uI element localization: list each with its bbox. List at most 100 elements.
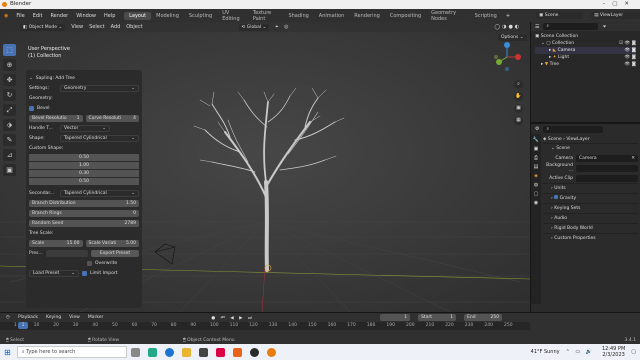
- mode-selector[interactable]: ◧ Object Mode ⌄: [20, 23, 66, 31]
- menu-render[interactable]: Render: [46, 13, 72, 19]
- move-tool-icon[interactable]: ✥: [3, 74, 16, 86]
- gravity-section[interactable]: › Gravity: [543, 193, 638, 203]
- custom-shape-field[interactable]: 0.50: [29, 178, 139, 185]
- panel-header[interactable]: ⌄ Sapling: Add Tree: [29, 73, 139, 83]
- outliner-item-scene-collection[interactable]: ▣ Scene Collection: [535, 33, 636, 40]
- proportional-edit-icon[interactable]: ◎: [284, 24, 288, 30]
- custom-shape-field[interactable]: 1.00: [29, 162, 139, 169]
- view-layer-tab-icon[interactable]: ▤: [534, 164, 539, 170]
- camera-view-icon[interactable]: ▣: [514, 104, 523, 113]
- viewlayer-selector[interactable]: ▤ ViewLayer: [591, 12, 640, 19]
- menu-help[interactable]: Help: [100, 13, 119, 19]
- secondary-dropdown[interactable]: Tapered Cylindrical ⌄: [60, 189, 139, 197]
- pan-icon[interactable]: ✋: [514, 92, 523, 101]
- scene-selector[interactable]: ▣ Scene: [536, 12, 584, 19]
- handle-dropdown[interactable]: Vector ⌄: [60, 124, 110, 132]
- chat-app-icon[interactable]: [147, 347, 157, 357]
- grid-view-icon[interactable]: ▦: [514, 116, 523, 125]
- viewport-menu-select[interactable]: Select: [89, 24, 104, 30]
- physics-tab-icon[interactable]: ◉: [534, 200, 538, 206]
- workspace-tab-uv-editing[interactable]: UV Editing: [217, 9, 248, 23]
- workspace-tab-animation[interactable]: Animation: [314, 12, 350, 20]
- filter-icon[interactable]: ⏷: [602, 24, 606, 30]
- file-explorer-icon[interactable]: [181, 347, 191, 357]
- timeline-menu-marker[interactable]: Marker: [88, 315, 104, 320]
- office-app-icon[interactable]: [232, 347, 242, 357]
- playback-controls[interactable]: ● ⏮ ◀ ▶ ⏭: [211, 315, 254, 321]
- outliner-item-collection[interactable]: ⌄ ▢ Collection ☑ 👁 ◙: [535, 40, 636, 47]
- units-section[interactable]: › Units: [543, 183, 638, 193]
- custom-shape-field[interactable]: 0.50: [29, 154, 139, 161]
- custom-shape-field[interactable]: 0.30: [29, 170, 139, 177]
- notifications-icon[interactable]: ▢: [631, 349, 636, 355]
- windows-start-icon[interactable]: ⊞: [4, 348, 11, 357]
- limit-import-checkbox[interactable]: [82, 270, 87, 276]
- system-tray-icons[interactable]: ⌃ ▭ 🔊: [566, 349, 594, 355]
- workspace-tab-geometry-nodes[interactable]: Geometry Nodes: [426, 9, 469, 23]
- menu-edit[interactable]: Edit: [29, 13, 47, 19]
- photos-app-icon[interactable]: [215, 347, 225, 357]
- select-box-tool-icon[interactable]: ⬚: [3, 44, 16, 56]
- preset-name-field[interactable]: [46, 249, 88, 257]
- scene-tab-icon[interactable]: ◈: [534, 173, 538, 179]
- workspace-tab-layout[interactable]: Layout: [124, 11, 152, 20]
- render-tab-icon[interactable]: ▣: [534, 146, 539, 152]
- rigid-body-world-section[interactable]: › Rigid Body World: [543, 223, 638, 233]
- settings-dropdown[interactable]: Geometry ⌄: [60, 84, 139, 92]
- store-icon[interactable]: [198, 347, 208, 357]
- rotate-tool-icon[interactable]: ↻: [3, 89, 16, 101]
- outliner-item-light[interactable]: ▸ ✦ Light 👁 ◙: [535, 54, 636, 61]
- cursor-tool-icon[interactable]: ⊕: [3, 59, 16, 71]
- branch-rings-field[interactable]: Branch Rings 0: [29, 209, 139, 217]
- workspace-add-icon[interactable]: +: [502, 13, 514, 19]
- workspace-tab-modeling[interactable]: Modeling: [151, 12, 184, 20]
- random-seed-field[interactable]: Random Seed 2789: [29, 219, 139, 227]
- properties-editor-icon[interactable]: ⚙: [535, 126, 539, 132]
- viewport-menu-object[interactable]: Object: [126, 24, 142, 30]
- end-frame-field[interactable]: End 250: [464, 314, 503, 321]
- workspace-tab-sculpting[interactable]: Sculpting: [184, 12, 217, 20]
- camera-field[interactable]: Camera ✕: [576, 154, 638, 162]
- timeline-menu-keying[interactable]: Keying: [46, 315, 61, 320]
- scene-section-header[interactable]: ⌄ Scene: [543, 143, 638, 153]
- properties-search-input[interactable]: ⌕: [543, 125, 604, 133]
- bevel-checkbox[interactable]: [29, 105, 34, 111]
- blender-taskbar-icon[interactable]: [266, 347, 276, 357]
- navigation-gizmo[interactable]: [490, 40, 524, 74]
- measure-tool-icon[interactable]: ⊿: [3, 149, 16, 161]
- blender-menu-icon[interactable]: ◉: [0, 13, 12, 19]
- export-preset-button[interactable]: Export Preset: [91, 249, 139, 257]
- workspace-tab-shading[interactable]: Shading: [283, 12, 313, 20]
- browser-app-icon[interactable]: [249, 347, 259, 357]
- audio-section[interactable]: › Audio: [543, 213, 638, 223]
- workspace-tab-scripting[interactable]: Scripting: [470, 12, 502, 20]
- scale-tool-icon[interactable]: ⤢: [3, 104, 16, 116]
- active-clip-field[interactable]: [576, 174, 638, 182]
- current-frame-field[interactable]: 1: [380, 314, 411, 321]
- weather-widget[interactable]: 41°F Sunny: [531, 349, 560, 355]
- load-preset-dropdown[interactable]: Load Preset ⌄: [29, 269, 79, 277]
- viewport-menu-view[interactable]: View: [71, 24, 83, 30]
- workspace-tab-texture-paint[interactable]: Texture Paint: [248, 9, 284, 23]
- timeline-editor-icon[interactable]: ◷: [6, 315, 10, 320]
- taskbar-search-input[interactable]: ⌕ Type here to search: [16, 346, 127, 358]
- workspace-tab-rendering[interactable]: Rendering: [349, 12, 385, 20]
- playhead[interactable]: 1: [18, 322, 28, 329]
- overwrite-checkbox[interactable]: [87, 260, 92, 266]
- outliner-item-camera[interactable]: ▸ ◣ Camera 👁 ◙: [535, 47, 636, 54]
- orientation-selector[interactable]: ⟲ Global ⌄: [238, 23, 270, 31]
- world-tab-icon[interactable]: ◍: [534, 182, 538, 188]
- keying-sets-section[interactable]: › Keying Sets: [543, 203, 638, 213]
- custom-properties-section[interactable]: › Custom Properties: [543, 233, 638, 243]
- shape-dropdown[interactable]: Tapered Cylindrical ⌄: [60, 134, 139, 142]
- edge-browser-icon[interactable]: [164, 347, 174, 357]
- annotate-tool-icon[interactable]: ✎: [3, 134, 16, 146]
- tool-tab-icon[interactable]: 🔧: [533, 137, 539, 143]
- menu-file[interactable]: File: [12, 13, 28, 19]
- curve-resolution-field[interactable]: Curve Resoluti 4: [85, 114, 139, 122]
- editor-type-icon[interactable]: ☰: [535, 24, 539, 30]
- task-view-icon[interactable]: [130, 347, 140, 357]
- branch-distribution-field[interactable]: Branch Distribution 1.50: [29, 199, 139, 207]
- outliner-item-tree[interactable]: ▸ ▼ Tree 👁 ◙: [535, 61, 636, 68]
- object-tab-icon[interactable]: ▢: [534, 191, 539, 197]
